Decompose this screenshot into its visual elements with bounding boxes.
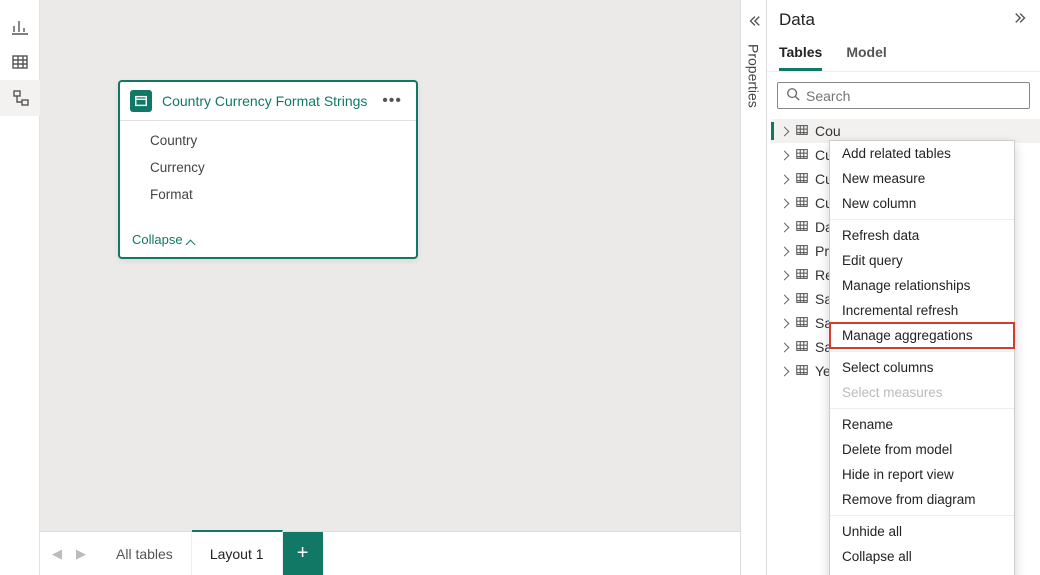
tab-tables[interactable]: Tables xyxy=(779,38,822,71)
ctx-item-new-column[interactable]: New column xyxy=(830,191,1014,216)
data-pane-tabs: Tables Model xyxy=(767,38,1040,72)
table-icon xyxy=(795,195,809,212)
chevron-right-icon xyxy=(779,150,789,160)
ctx-item-remove-from-diagram[interactable]: Remove from diagram xyxy=(830,487,1014,512)
chevron-right-icon xyxy=(779,198,789,208)
data-pane-title: Data xyxy=(779,10,815,30)
chevron-right-icon xyxy=(779,174,789,184)
model-view-button[interactable] xyxy=(0,80,40,116)
tab-next-button[interactable]: ▶ xyxy=(70,539,92,569)
table-card-more-icon[interactable]: ••• xyxy=(378,92,406,110)
table-icon xyxy=(795,291,809,308)
collapse-label: Collapse xyxy=(132,232,183,247)
table-card-title: Country Currency Format Strings xyxy=(162,93,368,109)
ctx-item-refresh-data[interactable]: Refresh data xyxy=(830,223,1014,248)
field-row[interactable]: Format xyxy=(120,181,416,208)
table-card-header[interactable]: Country Currency Format Strings ••• xyxy=(120,82,416,120)
ctx-item-unhide-all[interactable]: Unhide all xyxy=(830,519,1014,544)
table-context-menu: Add related tablesNew measureNew column R… xyxy=(829,140,1015,575)
bar-chart-icon xyxy=(11,17,29,35)
ctx-item-delete-from-model[interactable]: Delete from model xyxy=(830,437,1014,462)
view-rail xyxy=(0,0,40,575)
chevron-up-icon xyxy=(187,235,197,245)
tab-prev-button[interactable]: ◀ xyxy=(46,539,68,569)
ctx-item-add-related-tables[interactable]: Add related tables xyxy=(830,141,1014,166)
properties-label[interactable]: Properties xyxy=(746,40,762,108)
table-icon xyxy=(795,267,809,284)
ctx-item-manage-relationships[interactable]: Manage relationships xyxy=(830,273,1014,298)
context-menu-separator xyxy=(830,408,1014,409)
app-root: Country Currency Format Strings ••• Coun… xyxy=(0,0,1040,575)
tree-item-label: Cou xyxy=(815,123,841,139)
table-card[interactable]: Country Currency Format Strings ••• Coun… xyxy=(118,80,418,259)
tab-nav: ◀ ▶ xyxy=(40,532,98,575)
search-input[interactable] xyxy=(806,88,1021,104)
table-icon xyxy=(795,315,809,332)
collapse-toggle[interactable]: Collapse xyxy=(120,226,416,257)
ctx-item-incremental-refresh[interactable]: Incremental refresh xyxy=(830,298,1014,323)
table-card-fields: Country Currency Format xyxy=(120,121,416,226)
chevron-right-icon xyxy=(779,366,789,376)
ctx-item-hide-in-report-view[interactable]: Hide in report view xyxy=(830,462,1014,487)
table-icon xyxy=(795,147,809,164)
field-row[interactable]: Country xyxy=(120,127,416,154)
field-row[interactable]: Currency xyxy=(120,154,416,181)
chevron-right-icon xyxy=(779,222,789,232)
search-box[interactable] xyxy=(777,82,1030,109)
chevron-right-icon xyxy=(779,318,789,328)
ctx-item-expand-all[interactable]: Expand all xyxy=(830,569,1014,575)
chevron-right-icon xyxy=(779,294,789,304)
chevron-right-icon xyxy=(779,126,789,136)
ctx-item-select-columns[interactable]: Select columns xyxy=(830,355,1014,380)
tab-layout-1[interactable]: Layout 1 xyxy=(192,530,283,575)
table-icon xyxy=(795,123,809,140)
tab-all-tables[interactable]: All tables xyxy=(98,532,192,575)
model-icon xyxy=(12,89,30,107)
ctx-item-select-measures: Select measures xyxy=(830,380,1014,405)
table-icon xyxy=(795,363,809,380)
table-card-icon xyxy=(130,90,152,112)
table-icon xyxy=(795,339,809,356)
context-menu-separator xyxy=(830,515,1014,516)
table-icon xyxy=(795,171,809,188)
ctx-item-manage-aggregations[interactable]: Manage aggregations xyxy=(830,323,1014,348)
properties-pane-collapsed: Properties xyxy=(740,0,766,575)
search-icon xyxy=(786,87,800,104)
report-view-button[interactable] xyxy=(0,8,40,44)
table-icon xyxy=(11,53,29,71)
chevron-right-icon xyxy=(779,270,789,280)
expand-properties-button[interactable] xyxy=(745,12,763,30)
chevron-right-icon xyxy=(779,246,789,256)
collapse-data-button[interactable] xyxy=(1014,11,1028,30)
tab-model[interactable]: Model xyxy=(846,38,886,71)
ctx-item-rename[interactable]: Rename xyxy=(830,412,1014,437)
data-pane: Data Tables Model CouCurCurCusDatProResS… xyxy=(766,0,1040,575)
ctx-item-collapse-all[interactable]: Collapse all xyxy=(830,544,1014,569)
table-icon xyxy=(795,219,809,236)
data-view-button[interactable] xyxy=(0,44,40,80)
add-layout-button[interactable]: + xyxy=(283,532,323,575)
chevron-right-icon xyxy=(779,342,789,352)
model-canvas[interactable]: Country Currency Format Strings ••• Coun… xyxy=(40,0,740,531)
context-menu-separator xyxy=(830,219,1014,220)
table-icon xyxy=(795,243,809,260)
context-menu-separator xyxy=(830,351,1014,352)
ctx-item-edit-query[interactable]: Edit query xyxy=(830,248,1014,273)
layout-tabbar: ◀ ▶ All tables Layout 1 + xyxy=(40,531,740,575)
canvas-area: Country Currency Format Strings ••• Coun… xyxy=(40,0,740,575)
ctx-item-new-measure[interactable]: New measure xyxy=(830,166,1014,191)
